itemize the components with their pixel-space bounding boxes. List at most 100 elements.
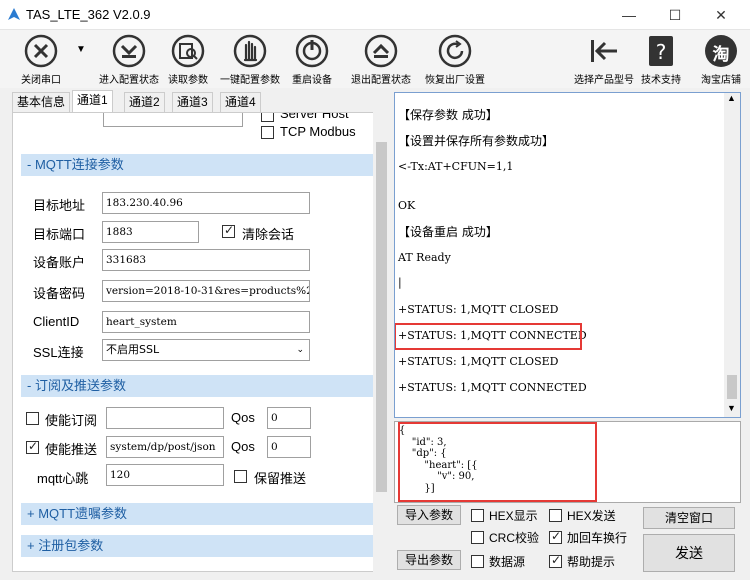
target-address-label: 目标地址 xyxy=(33,198,86,213)
restart-device-button[interactable]: 重启设备 xyxy=(288,30,336,88)
svg-text:?: ? xyxy=(656,40,667,64)
enable-publish-checkbox[interactable] xyxy=(26,439,39,454)
log-line: 【设置并保存所有参数成功】 xyxy=(398,134,555,148)
toolbar: 关闭串口 ▼ 进入配置状态 读取参数 一键配置参数 重启设备 退出配置状态 恢复… xyxy=(0,30,750,88)
title-bar: TAS_LTE_362 V2.0.9 — ☐ ✕ xyxy=(0,0,750,30)
hex-send-checkbox[interactable] xyxy=(549,509,562,522)
enable-publish-label: 使能推送 xyxy=(45,442,98,457)
subscribe-section-header[interactable]: - 订阅及推送参数 xyxy=(21,375,376,397)
crc-checkbox[interactable] xyxy=(471,531,484,544)
select-model-button[interactable]: 选择产品型号 xyxy=(572,30,636,88)
client-id-label: ClientID xyxy=(33,314,80,329)
subscribe-qos-input[interactable]: 0 xyxy=(267,407,311,429)
log-scrollbar-thumb[interactable] xyxy=(727,375,737,399)
tab-basic-info[interactable]: 基本信息 xyxy=(12,92,71,112)
close-port-icon xyxy=(24,34,58,68)
mqtt-section-header[interactable]: - MQTT连接参数 xyxy=(21,154,376,176)
work-mode-select[interactable] xyxy=(103,113,243,127)
port-dropdown-icon[interactable]: ▼ xyxy=(76,44,86,55)
device-password-input[interactable]: version=2018-10-31&res=products%2 xyxy=(102,280,310,302)
config-scrollbar[interactable] xyxy=(373,112,390,572)
import-params-button[interactable]: 导入参数 xyxy=(397,505,461,525)
device-password-label: 设备密码 xyxy=(33,286,86,301)
subscribe-topic-input[interactable] xyxy=(106,407,224,429)
enable-subscribe-checkbox[interactable] xyxy=(26,412,39,425)
config-scrollbar-thumb[interactable] xyxy=(376,142,387,492)
tab-channel-1[interactable]: 通道1 xyxy=(72,90,113,112)
export-params-button[interactable]: 导出参数 xyxy=(397,550,461,570)
clean-session-checkbox[interactable] xyxy=(222,223,235,238)
target-port-label: 目标端口 xyxy=(33,227,86,242)
hand-icon xyxy=(233,34,267,68)
target-port-input[interactable]: 1883 xyxy=(102,221,199,243)
minimize-icon[interactable]: — xyxy=(606,0,652,30)
ssl-select[interactable]: 不启用SSL ⌄ xyxy=(102,339,310,361)
publish-qos-label: Qos xyxy=(231,439,255,454)
one-click-config-button[interactable]: 一键配置参数 xyxy=(218,30,282,88)
scroll-down-icon[interactable]: ▼ xyxy=(727,403,736,413)
log-line: +STATUS: 1,MQTT CONNECTED xyxy=(398,381,587,394)
log-scrollbar[interactable]: ▲ ▼ xyxy=(724,93,740,417)
taobao-shop-button[interactable]: 淘 淘宝店铺 xyxy=(696,30,746,88)
help-tips-checkbox[interactable] xyxy=(549,553,562,568)
mqtt-heartbeat-input[interactable]: 120 xyxy=(106,464,224,486)
mqtt-heartbeat-label: mqtt心跳 xyxy=(37,471,89,486)
power-icon xyxy=(295,34,329,68)
enter-config-icon xyxy=(112,34,146,68)
ssl-label: SSL连接 xyxy=(33,345,84,360)
tech-support-button[interactable]: ? 技术支持 xyxy=(638,30,684,88)
device-account-label: 设备账户 xyxy=(33,255,86,270)
exit-config-icon xyxy=(364,34,398,68)
target-address-input[interactable]: 183.230.40.96 xyxy=(102,192,310,214)
will-section-header[interactable]: + MQTT遗嘱参数 xyxy=(21,503,376,525)
maximize-icon[interactable]: ☐ xyxy=(652,0,698,30)
hex-display-label: HEX显示 xyxy=(489,509,538,523)
log-line: 【设备重启 成功】 xyxy=(398,225,498,239)
close-window-icon[interactable]: ✕ xyxy=(698,0,744,30)
data-source-checkbox[interactable] xyxy=(471,555,484,568)
help-tips-label: 帮助提示 xyxy=(567,555,616,569)
tab-channel-4[interactable]: 通道4 xyxy=(220,92,261,112)
highlight-box xyxy=(398,422,597,502)
exit-config-button[interactable]: 退出配置状态 xyxy=(348,30,414,88)
log-line: 【保存参数 成功】 xyxy=(398,108,498,122)
question-icon: ? xyxy=(649,36,673,66)
tab-channel-3[interactable]: 通道3 xyxy=(172,92,213,112)
server-host-checkbox[interactable] xyxy=(261,113,274,122)
scroll-up-icon[interactable]: ▲ xyxy=(727,93,736,103)
read-params-icon xyxy=(171,34,205,68)
tab-channel-2[interactable]: 通道2 xyxy=(124,92,165,112)
clean-session-label: 清除会话 xyxy=(242,227,295,242)
subscribe-qos-label: Qos xyxy=(231,410,255,425)
enable-subscribe-label: 使能订阅 xyxy=(45,413,98,428)
receive-log[interactable]: 【保存参数 成功】 【设置并保存所有参数成功】 <-Tx:AT+CFUN=1,1… xyxy=(394,92,741,418)
log-line: <-Tx:AT+CFUN=1,1 xyxy=(398,160,514,173)
register-section-header[interactable]: + 注册包参数 xyxy=(21,535,376,557)
enter-config-button[interactable]: 进入配置状态 xyxy=(96,30,162,88)
publish-topic-input[interactable]: system/dp/post/json xyxy=(106,436,224,458)
publish-qos-input[interactable]: 0 xyxy=(267,436,311,458)
send-button[interactable]: 发送 xyxy=(643,534,735,572)
retain-publish-label: 保留推送 xyxy=(254,471,307,486)
clear-window-button[interactable]: 清空窗口 xyxy=(643,507,735,529)
hex-display-checkbox[interactable] xyxy=(471,509,484,522)
tcp-modbus-checkbox[interactable] xyxy=(261,126,274,139)
read-params-button[interactable]: 读取参数 xyxy=(164,30,212,88)
close-port-button[interactable]: 关闭串口 xyxy=(12,30,70,88)
log-line: AT Ready xyxy=(398,251,451,264)
config-panel: Server Host TCP Modbus - MQTT连接参数 目标地址 1… xyxy=(12,112,390,572)
hex-send-label: HEX发送 xyxy=(567,509,616,523)
window-title: TAS_LTE_362 V2.0.9 xyxy=(26,7,151,22)
arrow-left-icon xyxy=(591,40,617,62)
send-input[interactable]: { "id": 3, "dp": { "heart": [{ "v": 90, … xyxy=(394,421,741,503)
refresh-icon xyxy=(438,34,472,68)
device-account-input[interactable]: 331683 xyxy=(102,249,310,271)
log-line: +STATUS: 1,MQTT CLOSED xyxy=(398,303,559,316)
retain-publish-checkbox[interactable] xyxy=(234,470,247,483)
factory-reset-button[interactable]: 恢复出厂设置 xyxy=(422,30,488,88)
crlf-checkbox[interactable] xyxy=(549,529,562,544)
tcp-modbus-label: TCP Modbus xyxy=(280,124,356,139)
data-source-label: 数据源 xyxy=(489,555,526,569)
crlf-label: 加回车换行 xyxy=(567,531,628,545)
client-id-input[interactable]: heart_system xyxy=(102,311,310,333)
